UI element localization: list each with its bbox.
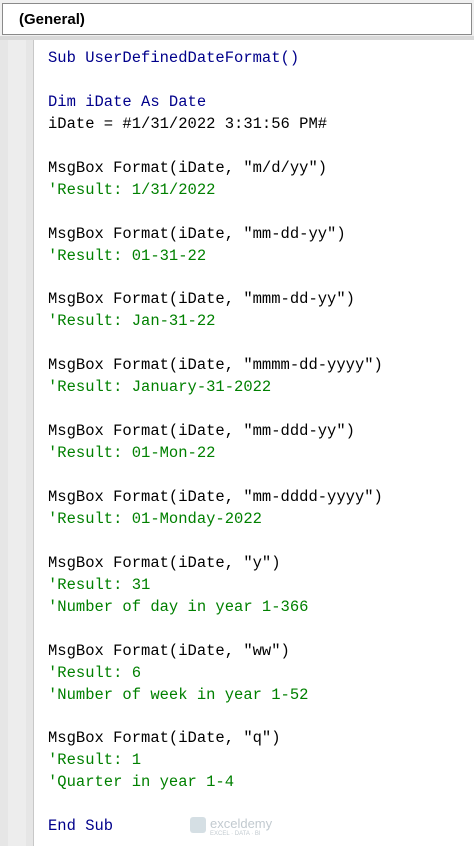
code-comment-line: 'Result: 01-Mon-22 [48, 444, 216, 463]
exceldemy-logo-icon [190, 817, 206, 833]
code-line: MsgBox Format(iDate, "mmm-dd-yy") [48, 290, 355, 309]
code-comment-line: 'Result: Jan-31-22 [48, 312, 216, 331]
watermark-tagline: EXCEL · DATA · BI [210, 831, 261, 837]
code-comment-line: 'Quarter in year 1-4 [48, 773, 235, 792]
code-line: MsgBox Format(iDate, "m/d/yy") [48, 158, 328, 177]
code-comment-line: 'Result: 01-31-22 [48, 246, 207, 265]
code-line: Dim iDate As Date [48, 92, 207, 111]
code-window-toolbar: (General) [0, 0, 474, 40]
code-line: Sub UserDefinedDateFormat() [48, 49, 300, 67]
code-comment-line: 'Result: 01-Monday-2022 [48, 509, 262, 528]
code-line: MsgBox Format(iDate, "q") [48, 729, 281, 748]
watermark-name: exceldemy [210, 816, 273, 831]
code-line: iDate = #1/31/2022 3:31:56 PM# [48, 114, 328, 133]
code-comment-line: 'Result: January-31-2022 [48, 378, 272, 397]
procedure-dropdown[interactable]: (General) [2, 3, 472, 35]
code-line: MsgBox Format(iDate, "mmmm-dd-yyyy") [48, 356, 383, 375]
code-comment-line: 'Result: 1/31/2022 [48, 180, 216, 199]
procedure-dropdown-value: (General) [19, 11, 85, 28]
code-line: MsgBox Format(iDate, "y") [48, 553, 281, 572]
code-line: End Sub [48, 817, 114, 836]
code-line: MsgBox Format(iDate, "mm-dddd-yyyy") [48, 488, 383, 506]
code-comment-line: 'Result: 31 [48, 575, 151, 594]
code-line: MsgBox Format(iDate, "ww") [48, 641, 290, 660]
code-comment-line: 'Result: 1 [48, 751, 142, 770]
toolbar-divider [0, 36, 474, 40]
code-comment-line: 'Number of day in year 1-366 [48, 597, 309, 616]
margin-stripe [8, 40, 26, 846]
code-comment-line: 'Number of week in year 1-52 [48, 685, 309, 704]
code-comment-line: 'Result: 6 [48, 663, 142, 682]
code-line: MsgBox Format(iDate, "mm-dd-yy") [48, 224, 346, 243]
code-line: MsgBox Format(iDate, "mm-ddd-yy") [48, 422, 355, 441]
